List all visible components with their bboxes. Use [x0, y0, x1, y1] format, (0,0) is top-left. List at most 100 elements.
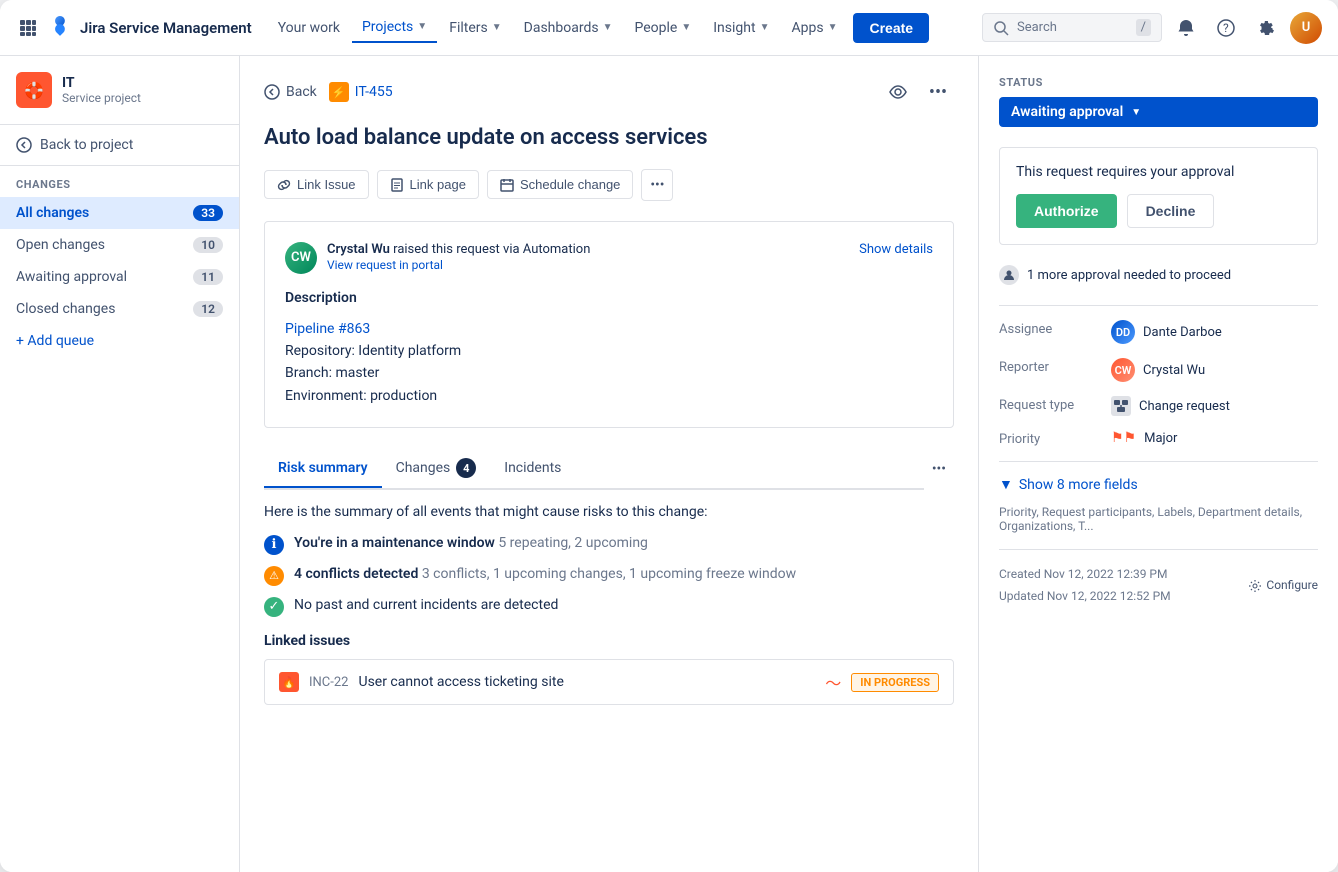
- body-area: 🛟 IT Service project Back to project Cha…: [0, 56, 1338, 872]
- search-box[interactable]: Search /: [982, 13, 1162, 42]
- show-more-fields-button[interactable]: ▼ Show 8 more fields: [999, 476, 1318, 493]
- closed-changes-label: Closed changes: [16, 301, 115, 317]
- risk-incidents-text: No past and current incidents are detect…: [294, 596, 558, 616]
- settings-button[interactable]: [1250, 12, 1282, 44]
- nav-people[interactable]: People ▼: [624, 14, 701, 42]
- tab-risk-summary[interactable]: Risk summary: [264, 450, 382, 488]
- help-button[interactable]: ?: [1210, 12, 1242, 44]
- updated-date: Updated Nov 12, 2022 12:52 PM: [999, 586, 1171, 608]
- authorize-button[interactable]: Authorize: [1016, 194, 1117, 228]
- calendar-icon: [500, 178, 514, 192]
- people-chevron: ▼: [681, 22, 691, 33]
- more-options-button[interactable]: •••: [922, 76, 954, 108]
- add-queue-button[interactable]: + Add queue: [0, 325, 239, 357]
- topnav-right: Search / ? U: [982, 12, 1322, 44]
- requester-row: CW Crystal Wu raised this request via Au…: [285, 242, 933, 274]
- tab-risk-summary-label: Risk summary: [278, 460, 368, 476]
- tab-changes[interactable]: Changes 4: [382, 448, 491, 490]
- project-type: Service project: [62, 91, 141, 105]
- action-more-button[interactable]: •••: [641, 169, 673, 201]
- tab-incidents-label: Incidents: [504, 460, 561, 476]
- apps-chevron: ▼: [828, 22, 838, 33]
- main-content: Back ⚡ IT-455: [240, 56, 1338, 872]
- tabs-row: Risk summary Changes 4 Incidents: [264, 448, 924, 490]
- pipeline-link[interactable]: Pipeline #863: [285, 321, 370, 337]
- watch-button[interactable]: [882, 76, 914, 108]
- risk-maintenance-text: You're in a maintenance window 5 repeati…: [294, 534, 648, 554]
- logo-area: Jira Service Management: [16, 16, 252, 40]
- linked-issue-summary: User cannot access ticketing site: [358, 674, 815, 690]
- breadcrumb-left: Back ⚡ IT-455: [264, 82, 393, 102]
- issue-id-label: IT-455: [355, 84, 393, 100]
- linked-issue-row[interactable]: 🔥 INC-22 User cannot access ticketing si…: [264, 659, 954, 705]
- sidebar-item-all-changes[interactable]: All changes 33: [0, 197, 239, 229]
- requester-text: Crystal Wu raised this request via Autom…: [327, 242, 590, 273]
- assignee-value: DD Dante Darboe: [1111, 320, 1318, 344]
- page-icon: [390, 178, 404, 192]
- nav-projects[interactable]: Projects ▼: [352, 13, 437, 43]
- assignee-name: Dante Darboe: [1143, 325, 1222, 340]
- show-more-chevron-icon: ▼: [999, 476, 1013, 493]
- back-to-project-label: Back to project: [40, 137, 133, 153]
- sidebar-item-awaiting-approval[interactable]: Awaiting approval 11: [0, 261, 239, 293]
- nav-dashboards[interactable]: Dashboards ▼: [514, 14, 623, 42]
- request-type-label: Request type: [999, 396, 1099, 413]
- notification-button[interactable]: [1170, 12, 1202, 44]
- user-avatar[interactable]: U: [1290, 12, 1322, 44]
- priority-name: Major: [1144, 431, 1177, 446]
- requester-name: Crystal Wu: [327, 242, 390, 257]
- show-details-button[interactable]: Show details: [859, 242, 933, 257]
- sidebar-section-title: Changes: [0, 166, 239, 197]
- tab-incidents[interactable]: Incidents: [490, 450, 575, 488]
- project-name: IT: [62, 75, 141, 91]
- nav-insight[interactable]: Insight ▼: [703, 14, 779, 42]
- field-assignee: Assignee DD Dante Darboe: [999, 320, 1318, 344]
- approval-box: This request requires your approval Auth…: [999, 147, 1318, 245]
- nav-filters[interactable]: Filters ▼: [439, 14, 511, 42]
- all-changes-badge: 33: [193, 205, 223, 221]
- filters-chevron: ▼: [492, 22, 502, 33]
- sidebar-item-closed-changes[interactable]: Closed changes 12: [0, 293, 239, 325]
- description-header: Description: [285, 290, 933, 306]
- nav-your-work[interactable]: Your work: [268, 14, 350, 42]
- create-button[interactable]: Create: [853, 13, 929, 43]
- search-shortcut: /: [1136, 19, 1151, 36]
- risk-item-incidents: ✓ No past and current incidents are dete…: [264, 596, 954, 617]
- back-button[interactable]: Back: [264, 84, 317, 100]
- grid-icon[interactable]: [16, 16, 40, 40]
- info-icon: ℹ: [264, 535, 284, 555]
- app-name: Jira Service Management: [80, 19, 252, 37]
- configure-button[interactable]: Configure: [1248, 575, 1318, 597]
- approval-count-text: 1 more approval needed to proceed: [1027, 268, 1231, 283]
- tabs-more-button[interactable]: •••: [924, 453, 954, 485]
- action-bar: Link Issue Link page: [264, 169, 954, 201]
- project-info: IT Service project: [62, 75, 141, 105]
- approvers-icon: [999, 265, 1019, 285]
- reporter-label: Reporter: [999, 358, 1099, 375]
- field-reporter: Reporter CW Crystal Wu: [999, 358, 1318, 382]
- link-issue-button[interactable]: Link Issue: [264, 170, 369, 199]
- nav-apps[interactable]: Apps ▼: [781, 14, 847, 42]
- back-to-project[interactable]: Back to project: [0, 125, 239, 166]
- back-label: Back: [286, 84, 317, 100]
- back-arrow-icon: [16, 137, 32, 153]
- divider-2: [999, 461, 1318, 462]
- risk-incidents-main: No past and current incidents are detect…: [294, 597, 558, 613]
- sidebar-item-open-changes[interactable]: Open changes 10: [0, 229, 239, 261]
- link-page-button[interactable]: Link page: [377, 170, 479, 199]
- request-type-value: Change request: [1111, 396, 1318, 416]
- project-header: 🛟 IT Service project: [0, 56, 239, 125]
- show-more-label: Show 8 more fields: [1019, 477, 1138, 493]
- awaiting-approval-badge: 11: [193, 269, 223, 285]
- status-dropdown[interactable]: Awaiting approval ▼: [999, 97, 1318, 127]
- reporter-value: CW Crystal Wu: [1111, 358, 1318, 382]
- risk-maintenance-main: You're in a maintenance window: [294, 535, 495, 551]
- requester-action: raised this request via Automation: [393, 242, 590, 257]
- reporter-avatar: CW: [1111, 358, 1135, 382]
- issue-id[interactable]: ⚡ IT-455: [329, 82, 393, 102]
- view-request-portal-link[interactable]: View request in portal: [327, 258, 443, 272]
- decline-button[interactable]: Decline: [1127, 194, 1215, 228]
- schedule-change-button[interactable]: Schedule change: [487, 170, 633, 199]
- requester-info: CW Crystal Wu raised this request via Au…: [285, 242, 590, 274]
- jira-logo-icon: [48, 16, 72, 40]
